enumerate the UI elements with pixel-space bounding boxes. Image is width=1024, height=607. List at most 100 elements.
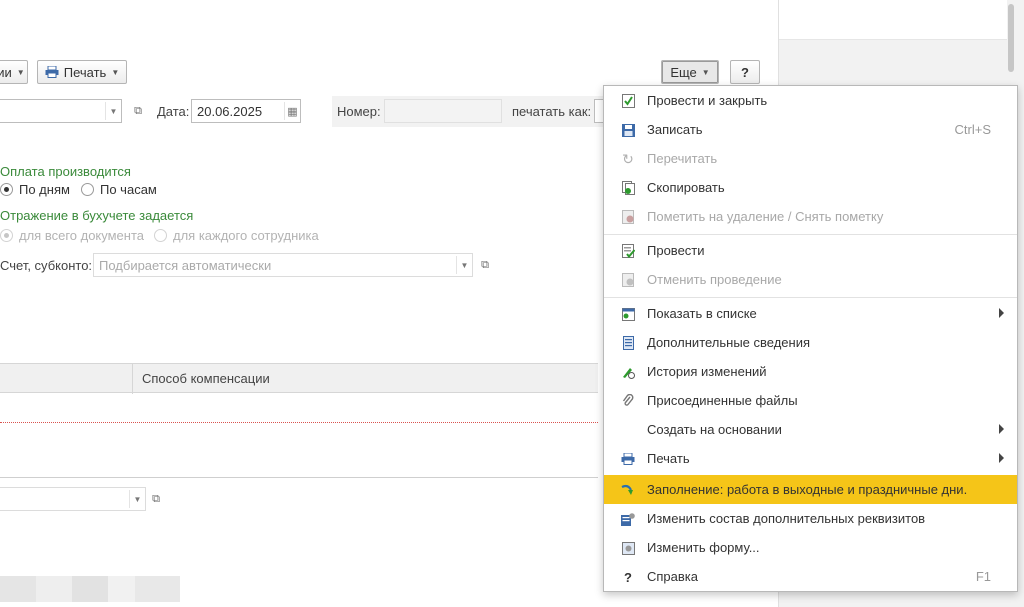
- menu-item-fill-weekend-work[interactable]: Заполнение: работа в выходные и празднич…: [604, 475, 1017, 504]
- menu-item-additional-info[interactable]: Дополнительные сведения: [604, 328, 1017, 357]
- reread-icon: ↻: [622, 150, 634, 167]
- mark-delete-icon: [621, 210, 635, 224]
- column-header-compensation[interactable]: Способ компенсации: [142, 371, 270, 386]
- radio-selected-icon: [0, 229, 13, 242]
- menu-item-label: Записать: [647, 122, 703, 137]
- chevron-down-icon: ▼: [701, 67, 710, 77]
- date-field[interactable]: 20.06.2025 ▦: [191, 99, 301, 123]
- payment-heading: Оплата производится: [0, 164, 131, 179]
- history-icon: [621, 365, 635, 379]
- side-panel-card: [779, 0, 1007, 40]
- menu-item-label: Показать в списке: [647, 306, 757, 321]
- menu-item-label: Заполнение: работа в выходные и празднич…: [647, 482, 968, 497]
- menu-item-label: Провести и закрыть: [647, 93, 768, 108]
- additional-info-icon: [621, 336, 635, 350]
- show-in-list-icon: [621, 307, 635, 321]
- menu-item-label: Присоединенные файлы: [647, 393, 798, 408]
- table-header: Способ компенсации: [0, 363, 598, 394]
- menu-item-edit-attributes[interactable]: Изменить состав дополнительных реквизито…: [604, 504, 1017, 533]
- submenu-arrow-icon: [999, 308, 1004, 318]
- menu-item-attached-files[interactable]: Присоединенные файлы: [604, 386, 1017, 415]
- truncated-menu-label: ии: [0, 64, 12, 80]
- help-icon: ?: [624, 569, 632, 585]
- menu-item-label: Пометить на удаление / Снять пометку: [647, 209, 884, 224]
- radio-each-employee-label: для каждого сотрудника: [173, 228, 319, 243]
- open-icon[interactable]: ⧉: [147, 490, 165, 508]
- menu-item-save[interactable]: Записать Ctrl+S: [604, 115, 1017, 144]
- menu-item-unpost[interactable]: Отменить проведение: [604, 265, 1017, 294]
- number-field[interactable]: [384, 99, 502, 123]
- chevron-down-icon[interactable]: ▼: [129, 490, 145, 508]
- paperclip-icon: [621, 394, 635, 408]
- radio-whole-document-label: для всего документа: [19, 228, 144, 243]
- print-button[interactable]: Печать ▼: [37, 60, 127, 84]
- unpost-icon: [621, 273, 635, 287]
- menu-item-mark-delete[interactable]: Пометить на удаление / Снять пометку: [604, 202, 1017, 231]
- date-value: 20.06.2025: [197, 104, 263, 119]
- submenu-arrow-icon: [999, 453, 1004, 463]
- menu-item-history[interactable]: История изменений: [604, 357, 1017, 386]
- divider: [0, 477, 598, 478]
- menu-item-copy[interactable]: Скопировать: [604, 173, 1017, 202]
- menu-item-create-based-on[interactable]: Создать на основании: [604, 415, 1017, 444]
- printer-icon: [621, 452, 635, 466]
- menu-item-label: Дополнительные сведения: [647, 335, 811, 350]
- menu-item-help[interactable]: ? Справка F1: [604, 562, 1017, 591]
- menu-item-print[interactable]: Печать: [604, 444, 1017, 473]
- calendar-icon[interactable]: ▦: [284, 102, 300, 120]
- menu-item-label: Скопировать: [647, 180, 725, 195]
- post-icon: [621, 244, 635, 258]
- organization-field[interactable]: ▼: [0, 99, 122, 123]
- menu-item-edit-form[interactable]: Изменить форму...: [604, 533, 1017, 562]
- radio-empty-icon: [154, 229, 167, 242]
- menu-separator: [604, 234, 1017, 235]
- submenu-arrow-icon: [999, 424, 1004, 434]
- help-button[interactable]: ?: [730, 60, 760, 84]
- account-placeholder: Подбирается автоматически: [99, 258, 272, 273]
- chevron-down-icon: ▼: [111, 67, 120, 77]
- menu-item-post-and-close[interactable]: Провести и закрыть: [604, 86, 1017, 115]
- lower-select-field[interactable]: ▼: [0, 487, 146, 511]
- edit-attributes-icon: [621, 512, 635, 526]
- menu-item-label: Изменить форму...: [647, 540, 760, 555]
- post-close-icon: [621, 94, 635, 108]
- menu-item-label: Перечитать: [647, 151, 718, 166]
- number-label: Номер:: [337, 104, 381, 119]
- menu-separator: [604, 297, 1017, 298]
- account-field[interactable]: Подбирается автоматически ▼: [93, 253, 473, 277]
- print-button-label: Печать: [63, 64, 107, 80]
- menu-item-reread[interactable]: ↻ Перечитать: [604, 144, 1017, 173]
- more-dropdown-menu: Провести и закрыть Записать Ctrl+S ↻ Пер…: [603, 85, 1018, 592]
- open-icon[interactable]: ⧉: [476, 256, 494, 274]
- truncated-menu-button[interactable]: ии ▼: [0, 60, 28, 84]
- radio-by-days[interactable]: По дням: [0, 182, 70, 197]
- accounting-heading: Отражение в бухучете задается: [0, 208, 194, 223]
- table-row-separator: [0, 422, 598, 423]
- menu-item-shortcut: Ctrl+S: [954, 122, 991, 137]
- chevron-down-icon[interactable]: ▼: [105, 102, 121, 120]
- menu-item-label: Провести: [647, 243, 705, 258]
- radio-each-employee[interactable]: для каждого сотрудника: [154, 228, 319, 243]
- chevron-down-icon[interactable]: ▼: [456, 256, 472, 274]
- menu-item-post[interactable]: Провести: [604, 236, 1017, 265]
- radio-by-days-label: По дням: [19, 182, 70, 197]
- radio-selected-icon: [0, 183, 13, 196]
- open-icon[interactable]: ⧉: [129, 102, 147, 120]
- radio-whole-document[interactable]: для всего документа: [0, 228, 144, 243]
- menu-item-shortcut: F1: [975, 569, 991, 584]
- menu-item-label: Создать на основании: [647, 422, 782, 437]
- more-button[interactable]: Еще ▼: [661, 60, 719, 84]
- account-label: Счет, субконто:: [0, 258, 93, 273]
- menu-item-show-in-list[interactable]: Показать в списке: [604, 299, 1017, 328]
- menu-item-label: История изменений: [647, 364, 767, 379]
- scrollbar-thumb[interactable]: [1008, 4, 1014, 72]
- fill-arrow-icon: [621, 483, 635, 497]
- date-label: Дата:: [157, 104, 190, 119]
- copy-icon: [621, 181, 635, 195]
- column-divider: [132, 364, 133, 394]
- radio-by-hours-label: По часам: [100, 182, 157, 197]
- radio-empty-icon: [81, 183, 94, 196]
- radio-by-hours[interactable]: По часам: [81, 182, 157, 197]
- menu-item-label: Печать: [647, 451, 690, 466]
- edit-form-icon: [621, 541, 635, 555]
